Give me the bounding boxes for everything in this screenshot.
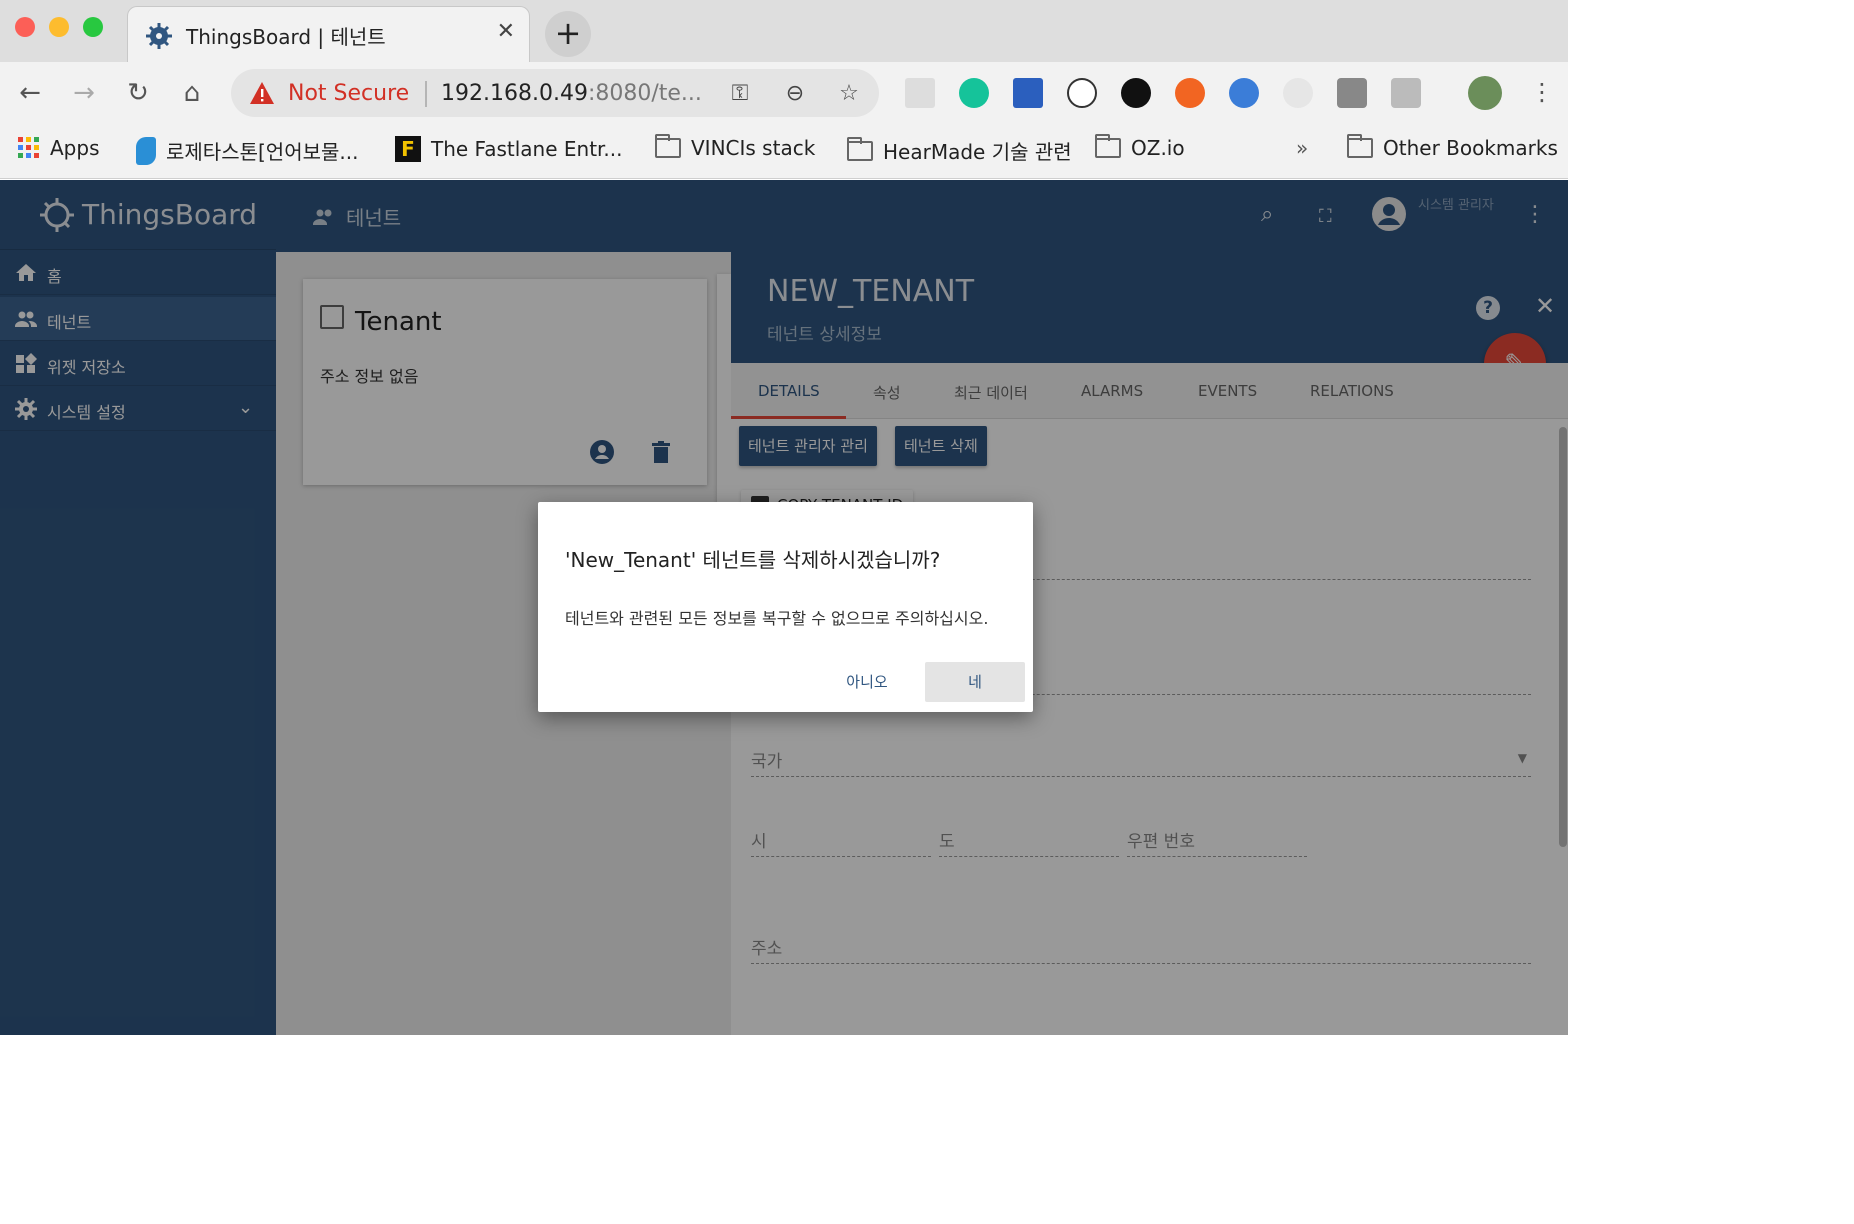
bookmark-ozio[interactable]: OZ.io — [1095, 134, 1185, 160]
bookmark-label: HearMade 기술 관련 — [883, 140, 1072, 164]
star-icon[interactable]: ☆ — [836, 81, 862, 107]
bookmark-label: VINCIs stack — [691, 136, 816, 160]
rosetta-icon — [136, 136, 156, 165]
new-tab-button[interactable]: + — [545, 11, 591, 57]
url-host: 192.168.0.49 — [441, 81, 588, 106]
dialog-message: 테넌트와 관련된 모든 정보를 복구할 수 없으므로 주의하십시오. — [565, 609, 989, 628]
folder-icon — [1347, 134, 1373, 158]
bookmark-label: OZ.io — [1131, 136, 1185, 160]
close-tab-icon[interactable]: ✕ — [497, 19, 515, 44]
url-text: 192.168.0.49:8080/te... — [441, 81, 702, 106]
bookmarks-bar: Apps 로제타스톤[언어보물... F The Fastlane Entr..… — [0, 124, 1568, 179]
bookmark-extension-icon[interactable] — [1013, 78, 1043, 108]
apps-grid-icon — [18, 137, 39, 158]
bookmark-fastlane[interactable]: F The Fastlane Entr... — [395, 136, 623, 162]
chevron-more-icon: » — [1296, 136, 1309, 160]
grammarly-icon[interactable] — [959, 78, 989, 108]
folder-icon — [655, 134, 681, 158]
warning-icon — [250, 82, 274, 104]
zoom-out-icon[interactable]: ⊖ — [782, 81, 808, 107]
minimize-window-button[interactable] — [49, 17, 69, 37]
orange-extension-icon[interactable] — [1175, 78, 1205, 108]
browser-tab-bar: ThingsBoard | 테넌트 ✕ + — [0, 0, 1568, 62]
not-secure-label: Not Secure — [288, 81, 410, 106]
forward-icon[interactable]: → — [67, 76, 101, 110]
browser-tab[interactable]: ThingsBoard | 테넌트 ✕ — [127, 6, 530, 62]
fastlane-icon: F — [395, 136, 421, 162]
address-bar[interactable]: Not Secure 192.168.0.49:8080/te... ⚿ ⊖ ☆ — [231, 69, 879, 117]
g-extension-icon[interactable] — [1283, 78, 1313, 108]
clock-extension-icon[interactable] — [1121, 78, 1151, 108]
folder-icon — [847, 136, 873, 161]
reload-icon[interactable]: ↻ — [121, 76, 155, 110]
browser-toolbar: ← → ↻ ⌂ Not Secure 192.168.0.49:8080/te.… — [0, 62, 1568, 124]
globe-extension-icon[interactable] — [1229, 78, 1259, 108]
bookmark-label: Other Bookmarks — [1383, 136, 1558, 160]
bookmark-label: Apps — [50, 136, 100, 160]
key-icon[interactable]: ⚿ — [727, 81, 753, 107]
back-icon[interactable]: ← — [13, 76, 47, 110]
bookmark-hearmade[interactable]: HearMade 기술 관련 — [847, 136, 1072, 165]
home-icon[interactable]: ⌂ — [175, 76, 209, 110]
tag-extension-icon[interactable] — [1391, 78, 1421, 108]
close-window-button[interactable] — [15, 17, 35, 37]
bookmark-other[interactable]: Other Bookmarks — [1347, 134, 1558, 160]
cancel-button[interactable]: 아니오 — [828, 662, 906, 702]
tab-title: ThingsBoard | 테넌트 — [186, 25, 386, 49]
confirm-delete-dialog: 'New_Tenant' 테넌트를 삭제하시겠습니까? 테넌트와 관련된 모든 … — [538, 502, 1033, 712]
dialog-title: 'New_Tenant' 테넌트를 삭제하시겠습니까? — [565, 548, 941, 572]
folder-icon — [1095, 134, 1121, 158]
profile-avatar-icon[interactable] — [1468, 76, 1502, 110]
browser-menu-icon[interactable]: ⋮ — [1530, 78, 1554, 106]
zoom-window-button[interactable] — [83, 17, 103, 37]
separator — [425, 81, 427, 107]
url-path: :8080/te... — [587, 81, 702, 106]
confirm-button[interactable]: 네 — [925, 662, 1025, 702]
trello-icon[interactable] — [1337, 78, 1367, 108]
thingsboard-favicon-icon — [146, 23, 172, 49]
bookmark-label: The Fastlane Entr... — [431, 137, 623, 161]
bookmark-apps[interactable]: Apps — [18, 136, 100, 160]
bookmark-rosetta[interactable]: 로제타스톤[언어보물... — [136, 136, 358, 165]
extension-cast-icon[interactable] — [905, 78, 935, 108]
bookmark-vincis[interactable]: VINCIs stack — [655, 134, 816, 160]
more-bookmarks-button[interactable]: » — [1296, 136, 1308, 160]
bookmark-label: 로제타스톤[언어보물... — [166, 140, 359, 164]
json-extension-icon[interactable] — [1067, 78, 1097, 108]
